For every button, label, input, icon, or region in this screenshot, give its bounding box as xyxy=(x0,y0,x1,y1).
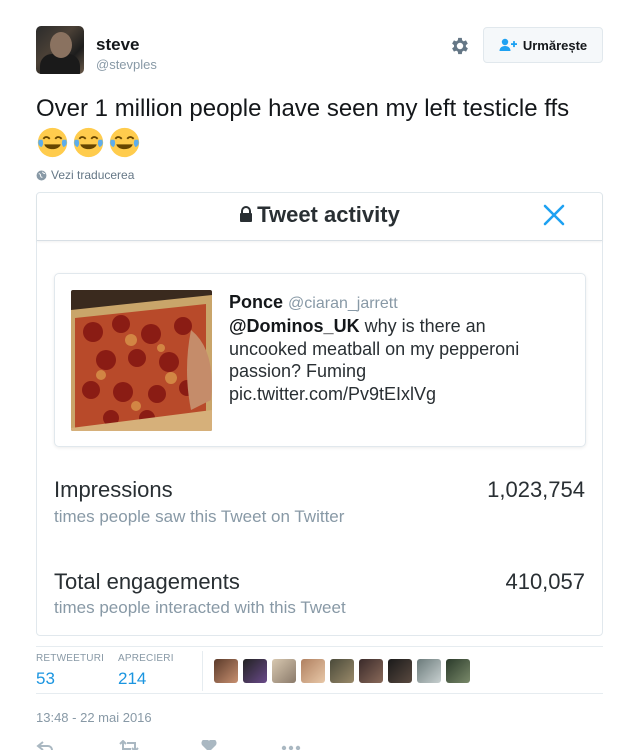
retweet-icon[interactable] xyxy=(118,740,140,750)
username[interactable]: @stevples xyxy=(96,57,157,72)
follow-button[interactable]: Urmărește xyxy=(483,27,603,63)
tweet-body: Over 1 million people have seen my left … xyxy=(36,95,570,122)
liker-avatar[interactable] xyxy=(330,659,354,683)
engagements-label: Total engagements xyxy=(54,569,240,594)
card-header: Tweet activity xyxy=(37,193,602,241)
card-title-text: Tweet activity xyxy=(257,202,400,227)
impressions-description: times people saw this Tweet on Twitter xyxy=(54,507,345,526)
retweets-stat[interactable]: RETWEETURI 53 xyxy=(36,653,104,689)
tweet-header: steve @stevples Urmărește xyxy=(36,26,604,78)
tweet-activity-card: Tweet activity Ponce @ciaran_jarrett @Do… xyxy=(36,192,603,636)
engagements-value: 410,057 xyxy=(505,569,585,594)
avatar[interactable] xyxy=(36,26,84,74)
tweet-text: Over 1 million people have seen my left … xyxy=(36,92,606,162)
engagements-description: times people interacted with this Tweet xyxy=(54,598,346,617)
embedded-author-handle: @ciaran_jarrett xyxy=(288,295,398,312)
tears-of-joy-emoji-icon xyxy=(37,127,68,158)
likes-stat[interactable]: APRECIERI 214 xyxy=(118,653,174,689)
translate-link[interactable]: Vezi traducerea xyxy=(36,168,134,182)
close-icon[interactable] xyxy=(540,201,568,229)
globe-icon xyxy=(36,170,47,180)
retweets-count: 53 xyxy=(36,669,55,688)
likes-count: 214 xyxy=(118,669,147,688)
tears-of-joy-emoji-icon xyxy=(73,127,104,158)
embedded-tweet[interactable]: Ponce @ciaran_jarrett @Dominos_UK why is… xyxy=(54,273,586,447)
follow-button-label: Urmărește xyxy=(522,37,588,53)
reply-icon[interactable] xyxy=(36,740,54,750)
tweet-stats: RETWEETURI 53 APRECIERI 214 xyxy=(36,646,603,694)
impressions-label: Impressions xyxy=(54,477,173,502)
pizza-photo[interactable] xyxy=(71,290,212,431)
liker-avatars xyxy=(214,659,470,683)
timestamp[interactable]: 13:48 - 22 mai 2016 xyxy=(36,710,152,725)
liker-avatar[interactable] xyxy=(214,659,238,683)
liker-avatar[interactable] xyxy=(359,659,383,683)
liker-avatar[interactable] xyxy=(243,659,267,683)
embedded-author[interactable]: Ponce @ciaran_jarrett xyxy=(229,292,398,313)
like-icon[interactable] xyxy=(200,740,218,750)
translate-label: Vezi traducerea xyxy=(51,168,135,182)
liker-avatar[interactable] xyxy=(301,659,325,683)
retweets-label: RETWEETURI xyxy=(36,653,105,664)
impressions-value: 1,023,754 xyxy=(487,477,585,502)
lock-icon xyxy=(240,206,253,222)
tears-of-joy-emoji-icon xyxy=(109,127,140,158)
likes-label: APRECIERI xyxy=(118,653,174,664)
embedded-mention[interactable]: @Dominos_UK xyxy=(229,316,360,336)
liker-avatar[interactable] xyxy=(272,659,296,683)
embedded-tweet-text: @Dominos_UK why is there an uncooked mea… xyxy=(229,315,559,405)
card-title: Tweet activity xyxy=(37,202,602,228)
display-name[interactable]: steve xyxy=(96,35,139,55)
more-icon[interactable] xyxy=(280,740,302,750)
liker-avatar[interactable] xyxy=(446,659,470,683)
embedded-author-name: Ponce xyxy=(229,292,284,312)
follow-person-plus-icon xyxy=(499,38,517,51)
tweet-actions xyxy=(36,740,336,750)
liker-avatar[interactable] xyxy=(417,659,441,683)
liker-avatar[interactable] xyxy=(388,659,412,683)
stats-divider xyxy=(202,651,203,691)
gear-icon[interactable] xyxy=(449,35,471,57)
